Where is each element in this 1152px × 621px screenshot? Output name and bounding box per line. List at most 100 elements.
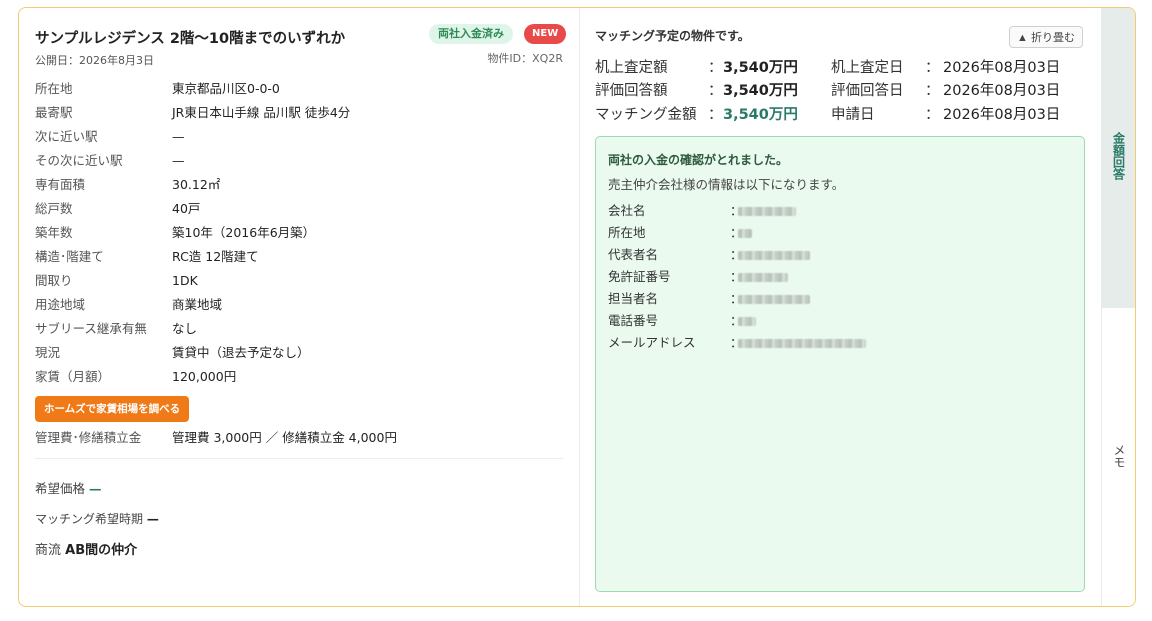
- date-evaluation-answer: 評価回答日 ： 2026年08月03日: [831, 79, 1093, 103]
- rent-market-search-button[interactable]: ホームズで家賃相場を調べる: [35, 396, 190, 422]
- redacted-value: [738, 229, 752, 238]
- detail-row-monthly-rent: 家賃（月額） 120,000円: [35, 365, 565, 389]
- redacted-value: [738, 251, 810, 260]
- amount-desk-valuation: 机上査定額 ： 3,540万円: [595, 56, 845, 80]
- seller-address: 所在地 ：: [608, 222, 1068, 244]
- date-value: 2026年08月03日: [943, 107, 1061, 123]
- date-application: 申請日 ： 2026年08月03日: [831, 103, 1093, 127]
- field-label: 会社名: [608, 203, 646, 218]
- commerce-flow: 商流 AB間の仲介: [35, 539, 137, 558]
- matching-panel: マッチング予定の物件です。 ▲ 折り畳む 机上査定額 ： 3,540万円 評価回…: [579, 8, 1101, 606]
- desired-period-value: —: [146, 512, 159, 526]
- colon: ：: [925, 83, 940, 99]
- published-date: 公開日：2026年8月3日: [35, 54, 154, 67]
- date-label: 申請日: [831, 107, 875, 123]
- desired-period-label: マッチング希望時期: [35, 512, 144, 526]
- detail-value: 120,000円: [172, 369, 237, 384]
- field-label: メールアドレス: [608, 335, 696, 350]
- detail-label: 家賃（月額）: [35, 369, 111, 384]
- detail-row-current-status: 現況 賃貸中（退去予定なし）: [35, 341, 565, 365]
- amount-value: 3,540万円: [723, 60, 798, 76]
- date-label: 机上査定日: [831, 60, 904, 76]
- detail-value: 東京都品川区0-0-0: [172, 81, 280, 96]
- detail-label: 現況: [35, 345, 61, 360]
- detail-row-nearest-station: 最寄駅 JR東日本山手線 品川駅 徒歩4分: [35, 101, 565, 125]
- amount-label: 机上査定額: [595, 60, 668, 76]
- side-tabs: 金額回答 メモ: [1101, 8, 1135, 606]
- detail-label: 所在地: [35, 81, 73, 96]
- detail-row-sublease: サブリース継承有無 なし: [35, 317, 565, 341]
- redacted-value: [738, 207, 796, 216]
- detail-row-structure: 構造･階建て RC造 12階建て: [35, 245, 565, 269]
- field-label: 担当者名: [608, 291, 659, 306]
- colon: ：: [708, 83, 723, 99]
- detail-label: 用途地域: [35, 297, 86, 312]
- detail-row-location: 所在地 東京都品川区0-0-0: [35, 77, 565, 101]
- detail-label: 総戸数: [35, 201, 73, 216]
- section-divider: [35, 458, 563, 459]
- commerce-value: AB間の仲介: [65, 543, 138, 558]
- amount-value: 3,540万円: [723, 107, 798, 123]
- redacted-value: [738, 295, 810, 304]
- tab-label: 金額回答: [1111, 132, 1126, 180]
- property-detail-list: 所在地 東京都品川区0-0-0 最寄駅 JR東日本山手線 品川駅 徒歩4分 次に近い…: [35, 77, 565, 389]
- amount-label: 評価回答額: [595, 83, 668, 99]
- detail-row-zoning: 用途地域 商業地域: [35, 293, 565, 317]
- detail-value: 1DK: [172, 273, 198, 288]
- desired-matching-period: マッチング希望時期 —: [35, 510, 159, 527]
- colon: ：: [925, 60, 940, 76]
- amount-value: 3,540万円: [723, 83, 798, 99]
- colon: ：: [925, 107, 940, 123]
- detail-row-third-station: その次に近い駅 —: [35, 149, 565, 173]
- colon: ：: [708, 107, 723, 123]
- commerce-label: 商流: [35, 543, 62, 558]
- property-title[interactable]: サンプルレジデンス 2階〜10階までのいずれか: [35, 27, 345, 48]
- tab-memo[interactable]: メモ: [1101, 308, 1135, 606]
- amount-label: マッチング金額: [595, 107, 697, 123]
- detail-label: 築年数: [35, 225, 73, 240]
- field-label: 所在地: [608, 225, 646, 240]
- detail-label: 専有面積: [35, 177, 86, 192]
- detail-row-total-units: 総戸数 40戸: [35, 197, 565, 221]
- detail-value: 管理費 3,000円 ／ 修繕積立金 4,000円: [172, 430, 397, 445]
- detail-value: —: [172, 129, 185, 144]
- matching-header: マッチング予定の物件です。: [595, 29, 750, 43]
- desired-price-label: 希望価格: [35, 481, 86, 496]
- detail-label: 次に近い駅: [35, 129, 98, 144]
- detail-label: 最寄駅: [35, 105, 73, 120]
- desired-price-value: —: [89, 481, 102, 496]
- detail-label: 構造･階建て: [35, 249, 104, 264]
- confirmation-subtitle: 売主仲介会社様の情報は以下になります。: [608, 177, 845, 192]
- field-label: 代表者名: [608, 247, 659, 262]
- detail-value: 40戸: [172, 201, 201, 216]
- detail-value: —: [172, 153, 185, 168]
- detail-value: なし: [172, 321, 198, 336]
- property-details-panel: サンプルレジデンス 2階〜10階までのいずれか 公開日：2026年8月3日 両社…: [19, 8, 580, 606]
- redacted-value: [738, 317, 756, 326]
- detail-label: 管理費･修繕積立金: [35, 430, 142, 445]
- seller-license-number: 免許証番号 ：: [608, 266, 1068, 288]
- new-badge: NEW: [524, 24, 567, 44]
- detail-value: 30.12㎡: [172, 177, 221, 192]
- detail-row-layout: 間取り 1DK: [35, 269, 565, 293]
- detail-row-building-age: 築年数 築10年（2016年6月築）: [35, 221, 565, 245]
- confirmation-title: 両社の入金の確認がとれました。: [608, 153, 789, 167]
- detail-value: 築10年（2016年6月築）: [172, 225, 316, 240]
- property-id: 物件ID：XQ2R: [487, 52, 563, 65]
- detail-value: 賃貸中（退去予定なし）: [172, 345, 310, 360]
- detail-row-floor-area: 専有面積 30.12㎡: [35, 173, 565, 197]
- detail-value: JR東日本山手線 品川駅 徒歩4分: [172, 105, 351, 120]
- field-label: 免許証番号: [608, 269, 671, 284]
- collapse-button[interactable]: ▲ 折り畳む: [1009, 26, 1083, 48]
- date-value: 2026年08月03日: [943, 83, 1061, 99]
- seller-contact-person: 担当者名 ：: [608, 288, 1068, 310]
- date-label: 評価回答日: [831, 83, 904, 99]
- tab-amount-answer[interactable]: 金額回答: [1101, 8, 1135, 308]
- seller-company-name: 会社名 ：: [608, 200, 1068, 222]
- detail-label: 間取り: [35, 273, 73, 288]
- payment-confirmation-box: 両社の入金の確認がとれました。 売主仲介会社様の情報は以下になります。 会社名 …: [595, 136, 1085, 592]
- paid-status-badge: 両社入金済み: [429, 24, 513, 44]
- detail-row-management-fee: 管理費･修繕積立金 管理費 3,000円 ／ 修繕積立金 4,000円: [35, 426, 565, 450]
- amount-matching: マッチング金額 ： 3,540万円: [595, 103, 845, 127]
- detail-row-second-station: 次に近い駅 —: [35, 125, 565, 149]
